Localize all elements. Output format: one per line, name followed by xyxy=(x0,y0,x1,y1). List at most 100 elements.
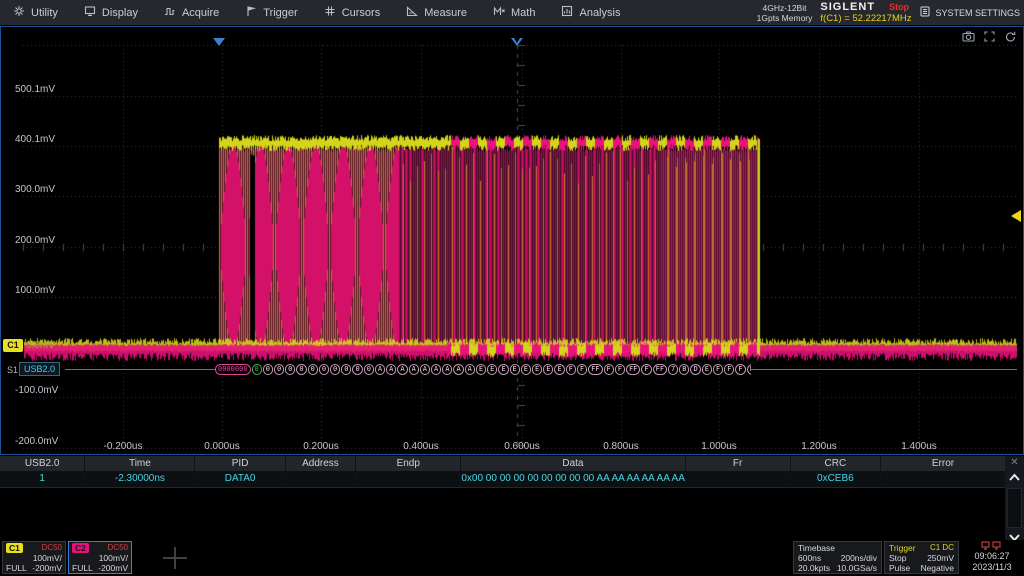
trigger-position-marker[interactable] xyxy=(213,38,225,46)
decode-data-segment: A xyxy=(420,364,430,375)
decode-pid-segment: 0 xyxy=(252,364,262,375)
analysis-icon xyxy=(561,5,573,20)
system-settings-button[interactable]: SYSTEM SETTINGS xyxy=(919,6,1020,19)
decode-data-segment: F xyxy=(604,364,614,375)
voltage-label: -200.0mV xyxy=(15,436,58,447)
decode-data-segment: A xyxy=(386,364,396,375)
decode-data-segment: FF xyxy=(588,364,602,375)
cell-index: 1 xyxy=(0,471,85,487)
decode-data-segment: 0 xyxy=(319,364,329,375)
settings-panel-icon xyxy=(919,6,931,19)
cell-time: -2.30000ns xyxy=(85,471,195,487)
col-header: CRC xyxy=(791,456,881,471)
time-label: 1.400us xyxy=(901,441,937,452)
cell-address xyxy=(286,471,356,487)
trigger-type: Pulse xyxy=(889,563,910,573)
time-label: 0.800us xyxy=(603,441,639,452)
menu-math[interactable]: Math xyxy=(480,0,548,25)
decode-data-segment: F xyxy=(566,364,576,375)
col-header: Time xyxy=(85,456,195,471)
scale-label: 100mV/ xyxy=(33,553,62,563)
time-label: 0.200us xyxy=(303,441,339,452)
trigger-title: Trigger xyxy=(889,543,916,553)
menu-utility[interactable]: Utility xyxy=(0,0,71,25)
flag-icon xyxy=(245,5,257,20)
menu-label: Utility xyxy=(31,7,58,19)
decode-table[interactable]: USB2.0 Time PID Address Endp Data Fr CRC… xyxy=(0,456,1005,488)
decode-data-segment: 0 xyxy=(352,364,362,375)
col-header: Fr xyxy=(686,456,791,471)
status-bar: C1 DC50 100mV/ FULL -200mV C2 DC50 100mV… xyxy=(0,540,1024,576)
clock-block: 09:06:27 2023/11/3 xyxy=(961,541,1023,574)
col-header: Data xyxy=(461,456,685,471)
close-icon[interactable]: ✕ xyxy=(1010,456,1018,469)
decode-data-segment: 7 xyxy=(668,364,678,375)
trigger-mode: Stop xyxy=(889,553,907,563)
network-icon[interactable] xyxy=(961,541,1023,551)
scrollbar-thumb[interactable] xyxy=(1007,488,1022,528)
timebase-delay: 600ns xyxy=(798,553,821,563)
decoder-segments: 000000000000000000AAAAAAAAAEEEEEEEEFFFFF… xyxy=(215,363,751,376)
cell-endp xyxy=(356,471,461,487)
add-channel-button[interactable] xyxy=(152,543,198,573)
scope-spec: 4GHz-12Bit 1Gpts Memory xyxy=(757,3,813,23)
decode-data-segment: E xyxy=(702,364,712,375)
menu-label: Display xyxy=(102,7,138,19)
math-icon xyxy=(493,5,505,20)
decode-data-segment: A xyxy=(409,364,419,375)
zoom-expand-icon[interactable] xyxy=(983,30,996,48)
zero-volt-label: 0.0mV xyxy=(26,340,55,351)
col-header: Error xyxy=(881,456,1005,471)
col-header: PID xyxy=(195,456,285,471)
decode-data-segment: E xyxy=(554,364,564,375)
menu-display[interactable]: Display xyxy=(71,0,151,25)
trigger-slope: Negative xyxy=(920,563,954,573)
decode-data-segment: 0 xyxy=(274,364,284,375)
camera-icon[interactable] xyxy=(962,30,975,48)
decode-data-segment: A xyxy=(465,364,475,375)
decode-data-segment: A xyxy=(442,364,452,375)
channel2-descriptor[interactable]: C2 DC50 100mV/ FULL -200mV xyxy=(68,541,132,574)
channel1-descriptor[interactable]: C1 DC50 100mV/ FULL -200mV xyxy=(2,541,66,574)
channel1-badge: C1 xyxy=(6,543,23,553)
trigger-level-marker[interactable] xyxy=(1011,210,1021,222)
decode-data-segment: E xyxy=(543,364,553,375)
offset-label: -200mV xyxy=(98,563,128,573)
menu-measure[interactable]: Measure xyxy=(393,0,480,25)
timebase-rate: 10.0GSa/s xyxy=(837,563,877,573)
table-scrollbar[interactable]: ✕ xyxy=(1005,456,1024,547)
cursors-icon xyxy=(324,5,336,20)
trigger-delay-marker[interactable] xyxy=(511,38,523,46)
clock-time: 09:06:27 xyxy=(961,551,1023,562)
decode-data-segment: E xyxy=(510,364,520,375)
menu-cursors[interactable]: Cursors xyxy=(311,0,394,25)
decode-data-segment: 0 xyxy=(263,364,273,375)
timebase-descriptor[interactable]: Timebase 600ns 200ns/div 20.0kpts 10.0GS… xyxy=(793,541,882,574)
menu-analysis[interactable]: Analysis xyxy=(548,0,633,25)
scale-label: 100mV/ xyxy=(99,553,128,563)
frequency-readout: f(C1) = 52.22217MHz xyxy=(820,13,911,24)
trigger-source: C1 DC xyxy=(930,543,954,553)
measure-icon xyxy=(406,5,418,20)
cell-error xyxy=(881,471,1005,487)
waveform-display[interactable]: 500.1mV 400.1mV 300.0mV 200.0mV 100.0mV … xyxy=(0,26,1024,455)
decode-data-segment: F xyxy=(735,364,745,375)
menu-label: Acquire xyxy=(182,7,219,19)
decode-data-segment: FF xyxy=(653,364,667,375)
menu-trigger[interactable]: Trigger xyxy=(232,0,310,25)
table-row[interactable]: 1 -2.30000ns DATA0 0x00 00 00 00 00 00 0… xyxy=(0,471,1005,488)
coupling-label: DC50 xyxy=(42,543,62,553)
col-header: USB2.0 xyxy=(0,456,85,471)
bandwidth-label: FULL xyxy=(72,563,93,573)
clock-date: 2023/11/3 xyxy=(961,562,1023,573)
decode-data-segment: A xyxy=(375,364,385,375)
serial-bus-badge[interactable]: USB2.0 xyxy=(19,362,60,376)
channel1-ground-badge[interactable]: C1 xyxy=(3,339,23,352)
scroll-up-icon[interactable] xyxy=(1008,469,1021,487)
decode-data-segment: 0 xyxy=(341,364,351,375)
trigger-descriptor[interactable]: Trigger C1 DC Stop 250mV Pulse Negative xyxy=(884,541,959,574)
rotate-icon[interactable] xyxy=(1004,30,1017,48)
menu-acquire[interactable]: Acquire xyxy=(151,0,232,25)
decode-data-segment: A xyxy=(431,364,441,375)
decode-data-segment: E xyxy=(498,364,508,375)
